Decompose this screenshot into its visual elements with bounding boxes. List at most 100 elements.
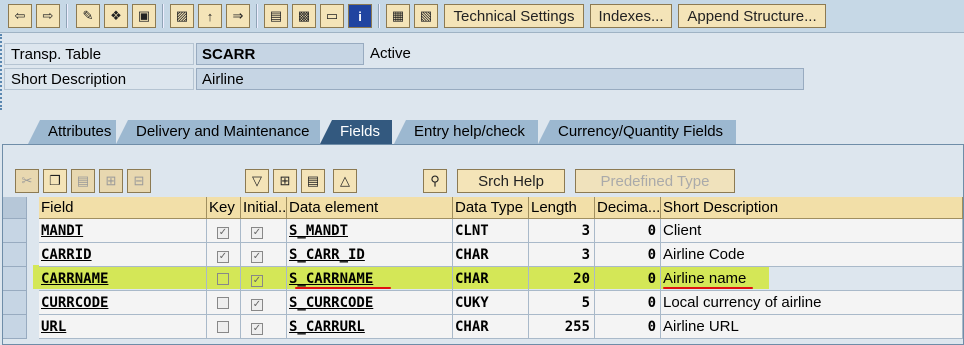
short-description-cell[interactable]: Client [661,219,963,243]
cut-icon[interactable]: ✂ [15,169,39,193]
short-description-cell[interactable]: Airline Code [661,243,963,267]
copy-icon[interactable]: ❐ [43,169,67,193]
field-name-cell[interactable]: CARRID [39,243,207,267]
data-type-cell[interactable]: CHAR [453,315,529,339]
decimals-cell[interactable]: 0 [595,267,661,291]
toolbar-separator [162,4,164,28]
other-object-icon[interactable]: ❖ [104,4,128,28]
screen-icon[interactable]: ▭ [320,4,344,28]
data-type-cell[interactable]: CLNT [453,219,529,243]
initial-checkbox[interactable]: ✓ [241,267,287,291]
tab-delivery-and-maintenance[interactable]: Delivery and Maintenance [116,120,320,144]
toolbar-separator [378,4,380,28]
length-cell[interactable]: 5 [529,291,595,315]
data-element-cell[interactable]: S_MANDT [287,219,453,243]
hierarchy-icon[interactable]: ▦ [386,4,410,28]
where-used-list-icon[interactable]: ⇒ [226,4,250,28]
initial-checkbox[interactable]: ✓ [241,243,287,267]
column-header-decimals[interactable]: Decima... [595,197,661,219]
data-type-cell[interactable]: CHAR [453,243,529,267]
activate-icon[interactable]: ▣ [132,4,156,28]
row-selector[interactable] [3,291,27,315]
status-text: Active [370,45,411,62]
fields-toolbar: ✂ ❐ ▤ ⊞ ⊟ ▽ ⊞ ▤ △ ⚲ Srch Help Predefined… [3,145,963,195]
field-name-cell[interactable]: CARRNAME [39,267,207,291]
fields-panel: ✂ ❐ ▤ ⊞ ⊟ ▽ ⊞ ▤ △ ⚲ Srch Help Predefined… [2,144,964,345]
paste-icon[interactable]: ▤ [71,169,95,193]
key-checkbox[interactable] [207,315,241,339]
srch-help-button[interactable]: Srch Help [457,169,565,193]
initial-checkbox[interactable]: ✓ [241,315,287,339]
decimals-cell[interactable]: 0 [595,315,661,339]
data-element-cell[interactable]: S_CARR_ID [287,243,453,267]
row-selector[interactable] [3,267,27,291]
object-list-icon[interactable]: ▤ [264,4,288,28]
print-icon[interactable]: ▩ [292,4,316,28]
transp-table-label: Transp. Table [4,43,194,65]
key-checkbox[interactable] [207,291,241,315]
table-name-field[interactable]: SCARR [196,43,364,65]
length-cell[interactable]: 20 [529,267,595,291]
decimals-cell[interactable]: 0 [595,291,661,315]
navigate-icon[interactable]: ↑ [198,4,222,28]
data-type-cell[interactable]: CHAR [453,267,529,291]
tab-attributes[interactable]: Attributes [28,120,116,144]
application-toolbar: ⇦ ⇨ ✎ ❖ ▣ ▨ ↑ ⇒ ▤ ▩ ▭ i ▦ ▧ Technical Se… [0,0,964,33]
details-icon[interactable]: ▤ [301,169,325,193]
indexes-button[interactable]: Indexes... [590,4,672,28]
row-selector[interactable] [3,219,27,243]
data-element-cell[interactable]: S_CARRURL [287,315,453,339]
filter-icon[interactable]: ▽ [245,169,269,193]
tab-entry-help-check[interactable]: Entry help/check [394,120,538,144]
tab-fields[interactable]: Fields [320,120,392,144]
field-name-cell[interactable]: CURRCODE [39,291,207,315]
select-all-cell[interactable] [3,197,27,219]
column-header-short-description[interactable]: Short Description [661,197,963,219]
key-checkbox[interactable]: ✓ [207,219,241,243]
back-arrow-icon[interactable]: ⇦ [8,4,32,28]
toolbar-separator [256,4,258,28]
forward-arrow-icon[interactable]: ⇨ [36,4,60,28]
short-description-label: Short Description [4,68,194,90]
column-header-key[interactable]: Key [207,197,241,219]
short-description-cell[interactable]: Airline name [661,267,963,291]
find-icon[interactable]: ⊞ [273,169,297,193]
toolbar-separator [66,4,68,28]
predefined-type-button[interactable]: Predefined Type [575,169,735,193]
short-description-cell[interactable]: Local currency of airline [661,291,963,315]
where-used-search-icon[interactable]: ⚲ [423,169,447,193]
field-name-cell[interactable]: URL [39,315,207,339]
key-checkbox[interactable] [207,267,241,291]
field-name-cell[interactable]: MANDT [39,219,207,243]
column-header-field[interactable]: Field [39,197,207,219]
column-header-length[interactable]: Length [529,197,595,219]
column-header-data-type[interactable]: Data Type [453,197,529,219]
column-header-initial[interactable]: Initial... [241,197,291,219]
short-description-field[interactable]: Airline [196,68,804,90]
technical-settings-button[interactable]: Technical Settings [444,4,584,28]
length-cell[interactable]: 3 [529,243,595,267]
data-element-cell[interactable]: S_CURRCODE [287,291,453,315]
row-selector[interactable] [3,315,27,339]
column-header-data-element[interactable]: Data element [287,197,453,219]
info-icon[interactable]: i [348,4,372,28]
decimals-cell[interactable]: 0 [595,219,661,243]
row-selector[interactable] [3,243,27,267]
where-used-icon[interactable]: ▨ [170,4,194,28]
tab-currency-quantity-fields[interactable]: Currency/Quantity Fields [538,120,736,144]
key-checkbox[interactable]: ✓ [207,243,241,267]
data-type-cell[interactable]: CUKY [453,291,529,315]
display-change-icon[interactable]: ✎ [76,4,100,28]
length-cell[interactable]: 255 [529,315,595,339]
initial-checkbox[interactable]: ✓ [241,291,287,315]
data-element-cell[interactable]: S_CARRNAME [287,267,453,291]
initial-checkbox[interactable]: ✓ [241,219,287,243]
append-structure-button[interactable]: Append Structure... [678,4,826,28]
short-description-cell[interactable]: Airline URL [661,315,963,339]
layout-icon[interactable]: ▧ [414,4,438,28]
length-cell[interactable]: 3 [529,219,595,243]
insert-row-icon[interactable]: ⊞ [99,169,123,193]
sort-icon[interactable]: △ [333,169,357,193]
delete-row-icon[interactable]: ⊟ [127,169,151,193]
decimals-cell[interactable]: 0 [595,243,661,267]
